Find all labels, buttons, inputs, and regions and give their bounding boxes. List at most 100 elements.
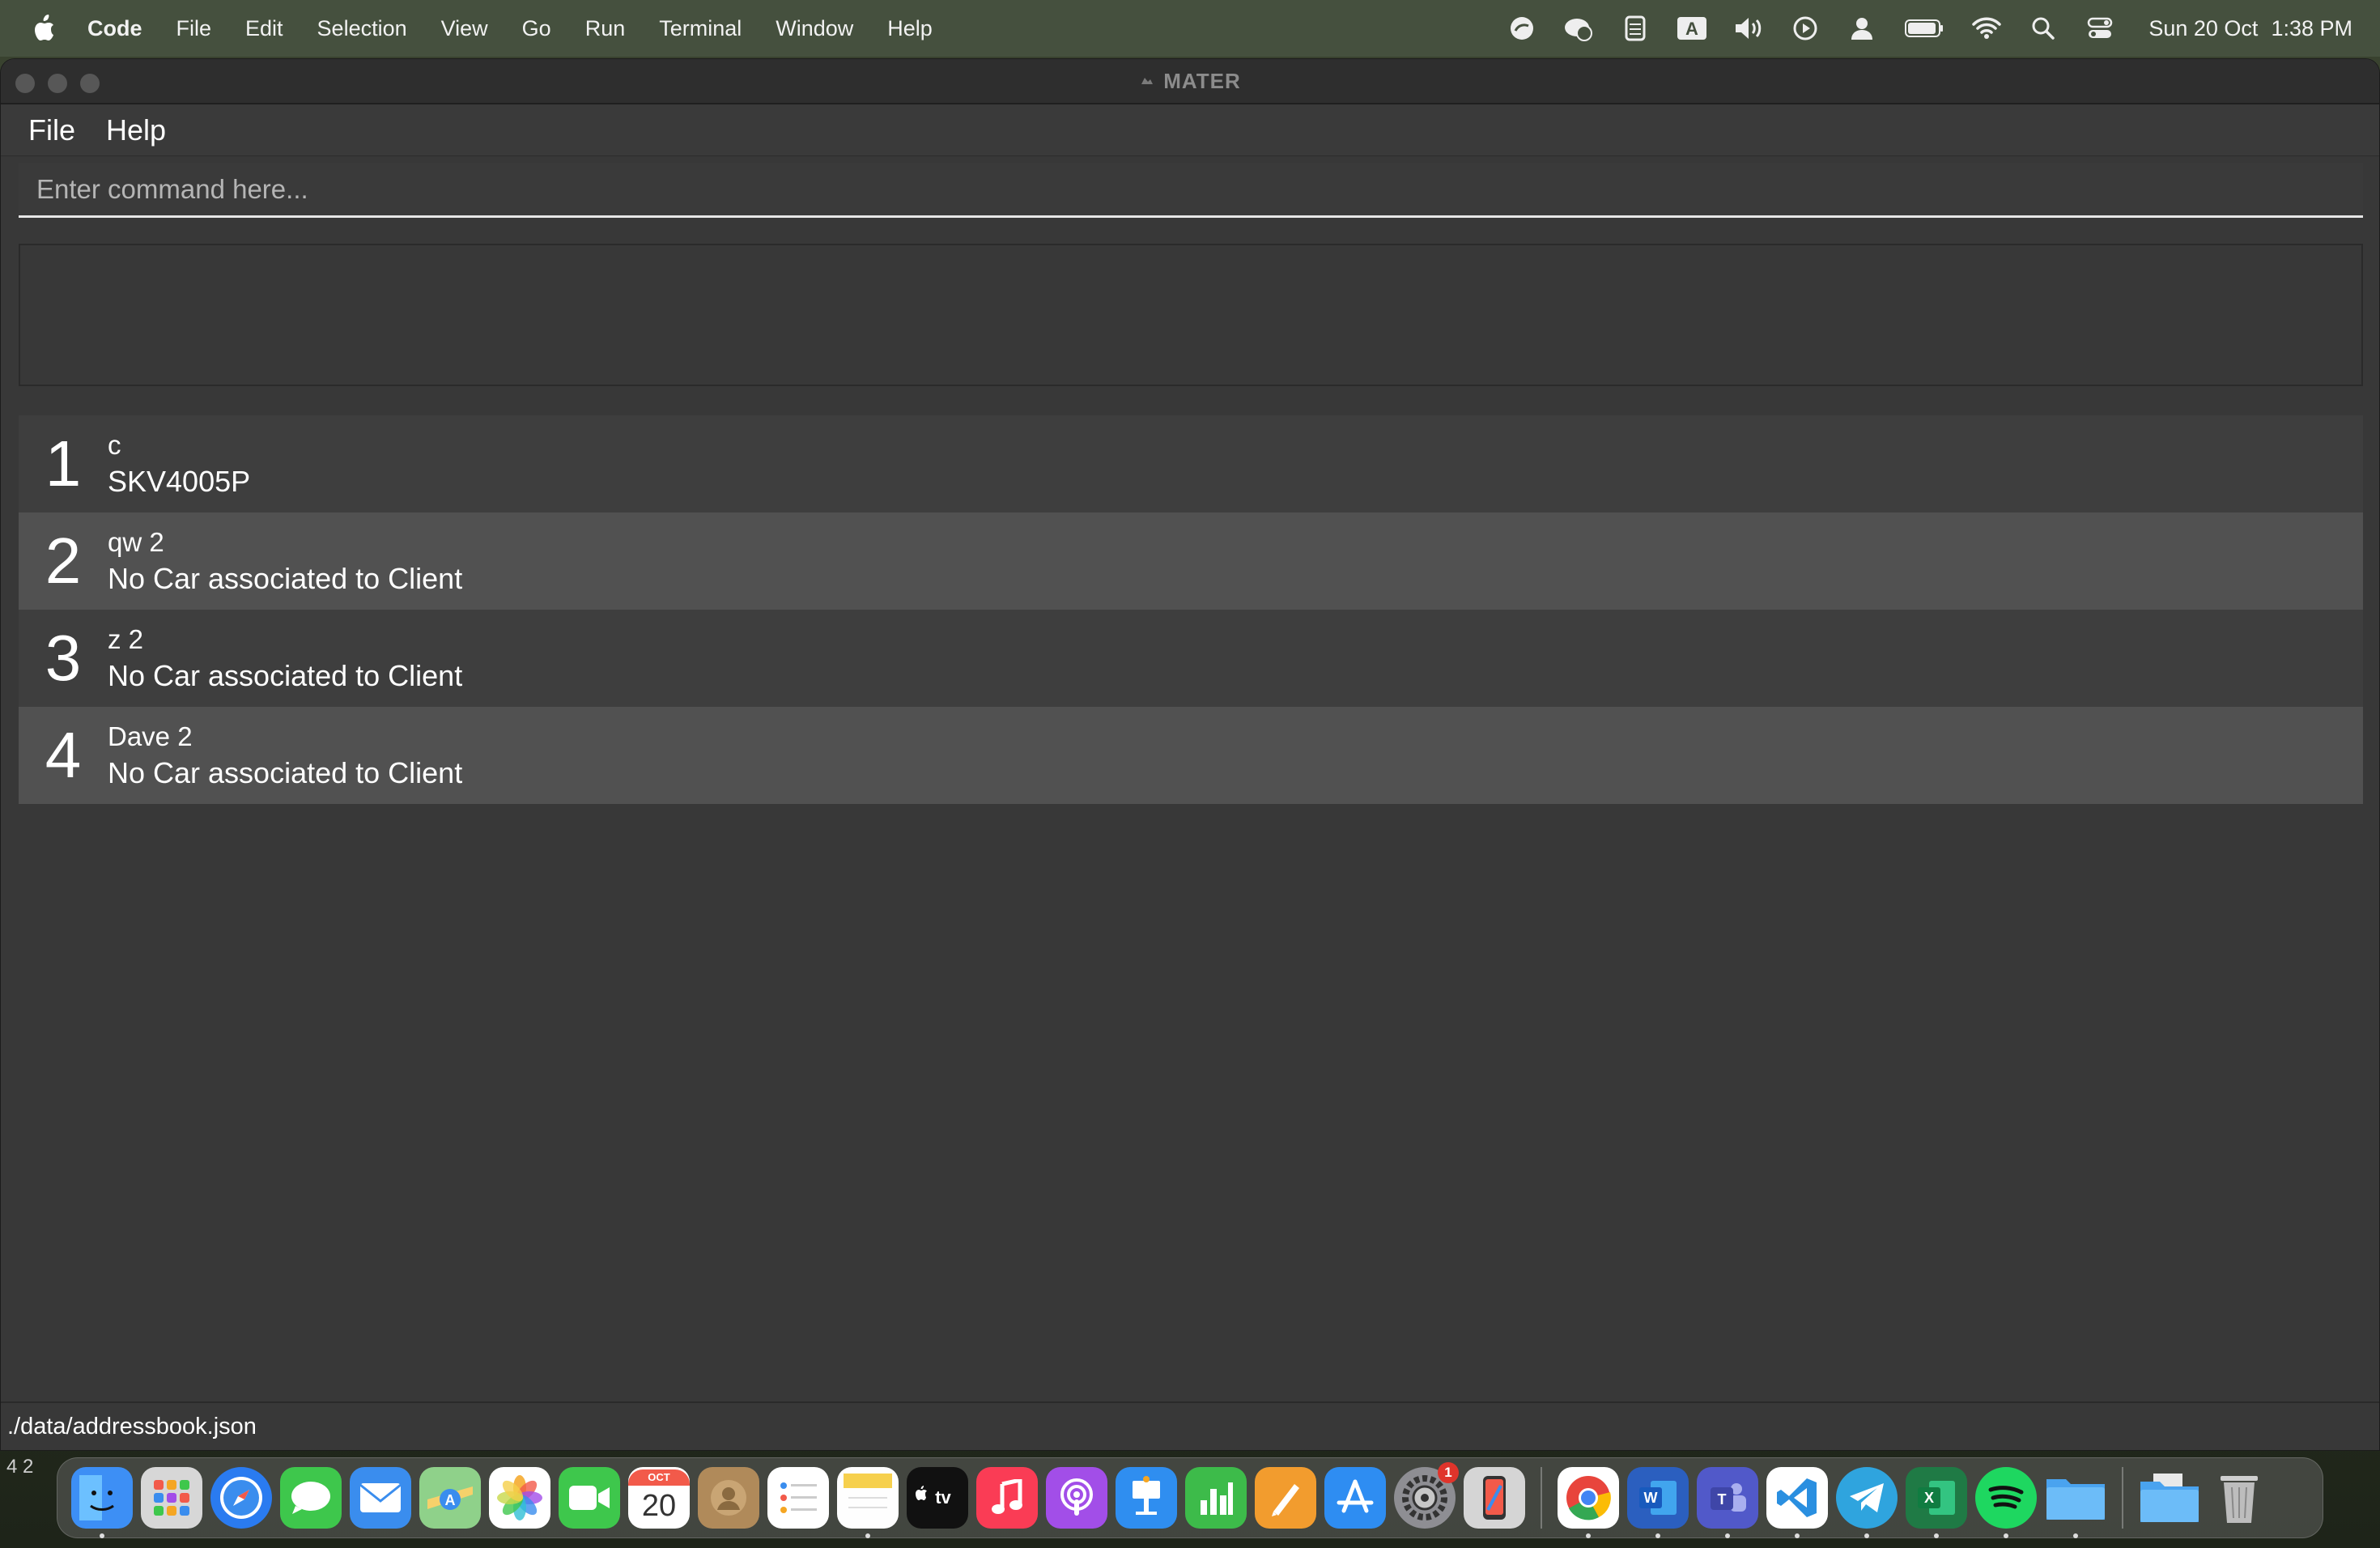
- cloud-icon[interactable]: [1562, 12, 1595, 45]
- finder-icon[interactable]: [71, 1467, 133, 1538]
- safari-icon[interactable]: [210, 1467, 272, 1529]
- launchpad-icon[interactable]: [141, 1467, 202, 1529]
- client-car: No Car associated to Client: [108, 756, 463, 789]
- sync-icon[interactable]: [1506, 12, 1538, 45]
- clock-time: 1:38 PM: [2271, 15, 2352, 40]
- apple-tv-icon[interactable]: tv: [907, 1467, 968, 1529]
- facetime-icon[interactable]: [559, 1467, 620, 1529]
- running-indicator: [1795, 1533, 1800, 1538]
- app-menu-help[interactable]: Help: [106, 113, 166, 147]
- svg-text:A: A: [1685, 19, 1698, 39]
- client-car: No Car associated to Client: [108, 562, 463, 595]
- client-row[interactable]: 4 Dave 2 No Car associated to Client: [19, 707, 2363, 804]
- window-title-text: MATER: [1163, 68, 1241, 93]
- calendar-day: 20: [641, 1489, 677, 1523]
- macos-menu-bar: Code File Edit Selection View Go Run Ter…: [0, 0, 2380, 57]
- command-box: [19, 163, 2363, 218]
- teams-icon[interactable]: T: [1697, 1467, 1758, 1538]
- window-title: MATER: [1139, 69, 1241, 94]
- app-menu-file[interactable]: File: [28, 113, 75, 147]
- window-titlebar[interactable]: MATER: [1, 59, 2379, 104]
- control-center-icon[interactable]: [2084, 12, 2116, 45]
- app-menu-bar: File Help: [1, 104, 2379, 156]
- iphone-mirroring-icon[interactable]: [1464, 1467, 1525, 1529]
- client-list[interactable]: 1 c SKV4005P 2 qw 2 No Car associated to…: [19, 415, 2363, 804]
- notes-icon[interactable]: [837, 1467, 899, 1538]
- pages-icon[interactable]: [1255, 1467, 1316, 1529]
- menu-run[interactable]: Run: [585, 16, 626, 41]
- folder-icon[interactable]: [2045, 1467, 2106, 1538]
- system-settings-icon[interactable]: 1: [1394, 1462, 1459, 1529]
- spotify-icon[interactable]: [1975, 1467, 2037, 1538]
- menu-go[interactable]: Go: [522, 16, 551, 41]
- svg-text:W: W: [1644, 1490, 1658, 1506]
- trash-icon[interactable]: [2208, 1467, 2270, 1529]
- app-store-icon[interactable]: [1324, 1467, 1386, 1529]
- photos-icon[interactable]: [489, 1467, 550, 1529]
- numbers-icon[interactable]: [1185, 1467, 1247, 1529]
- zoom-button[interactable]: [80, 74, 100, 93]
- running-indicator: [1725, 1533, 1730, 1538]
- minimize-button[interactable]: [48, 74, 67, 93]
- keynote-icon[interactable]: [1116, 1467, 1177, 1529]
- command-input[interactable]: [36, 163, 2363, 215]
- chrome-icon[interactable]: [1558, 1467, 1619, 1538]
- menu-edit[interactable]: Edit: [245, 16, 283, 41]
- result-display[interactable]: [19, 244, 2363, 386]
- menu-terminal[interactable]: Terminal: [659, 16, 742, 41]
- wifi-icon[interactable]: [1970, 12, 2003, 45]
- client-name: c: [108, 430, 121, 460]
- client-row[interactable]: 3 z 2 No Car associated to Client: [19, 610, 2363, 707]
- calendar-icon[interactable]: OCT 20: [628, 1467, 690, 1529]
- battery-icon[interactable]: [1902, 12, 1946, 45]
- volume-icon[interactable]: [1732, 12, 1765, 45]
- music-icon[interactable]: [976, 1467, 1038, 1529]
- client-row[interactable]: 1 c SKV4005P: [19, 415, 2363, 512]
- menu-clock[interactable]: Sun 20 Oct 1:38 PM: [2148, 16, 2352, 41]
- menu-window[interactable]: Window: [776, 16, 853, 41]
- apple-icon[interactable]: [29, 14, 58, 43]
- vscode-icon[interactable]: [1766, 1467, 1828, 1538]
- dock: A OCT 20 tv 1 W T X: [57, 1457, 2323, 1538]
- notification-badge: 1: [1438, 1462, 1459, 1483]
- client-index: 2: [45, 525, 82, 597]
- play-icon[interactable]: [1789, 12, 1821, 45]
- mail-icon[interactable]: [350, 1467, 411, 1529]
- messages-icon[interactable]: [280, 1467, 342, 1529]
- clock-date: Sun 20 Oct: [2148, 15, 2259, 40]
- contacts-icon[interactable]: [698, 1467, 759, 1529]
- menu-file[interactable]: File: [176, 16, 212, 41]
- running-indicator: [1586, 1533, 1591, 1538]
- reminders-icon[interactable]: [767, 1467, 829, 1529]
- window-controls: [15, 74, 113, 93]
- client-info: Dave 2 No Car associated to Client: [108, 719, 462, 792]
- maps-icon[interactable]: A: [419, 1467, 481, 1529]
- dock-separator: [2122, 1467, 2123, 1529]
- word-icon[interactable]: W: [1627, 1467, 1689, 1538]
- menu-view[interactable]: View: [441, 16, 488, 41]
- telegram-icon[interactable]: [1836, 1467, 1898, 1538]
- downloads-stack-icon[interactable]: [2139, 1467, 2200, 1529]
- running-indicator: [1934, 1533, 1939, 1538]
- status-area: A Sun 20 Oct 1:38 PM: [1481, 0, 2352, 57]
- keyboard-a-icon[interactable]: A: [1676, 12, 1708, 45]
- menu-selection[interactable]: Selection: [317, 16, 407, 41]
- excel-icon[interactable]: X: [1906, 1467, 1967, 1538]
- menu-help[interactable]: Help: [887, 16, 933, 41]
- user-icon[interactable]: [1846, 12, 1878, 45]
- running-indicator: [100, 1533, 104, 1538]
- running-indicator: [2004, 1533, 2008, 1538]
- dock-area: 4 2 A OCT 20 tv 1 W T X: [0, 1451, 2380, 1548]
- client-row[interactable]: 2 qw 2 No Car associated to Client: [19, 512, 2363, 610]
- client-index: 3: [45, 622, 82, 694]
- app-window: MATER File Help 1 c SKV4005P 2 qw 2 No C…: [0, 58, 2380, 1451]
- close-button[interactable]: [15, 74, 35, 93]
- client-car: SKV4005P: [108, 465, 251, 498]
- chip-icon[interactable]: [1619, 12, 1651, 45]
- running-indicator: [2073, 1533, 2078, 1538]
- menu-app-name[interactable]: Code: [87, 16, 142, 41]
- search-icon[interactable]: [2027, 12, 2059, 45]
- podcasts-icon[interactable]: [1046, 1467, 1107, 1529]
- data-file-path: ./data/addressbook.json: [7, 1413, 257, 1440]
- client-info: qw 2 No Car associated to Client: [108, 525, 462, 598]
